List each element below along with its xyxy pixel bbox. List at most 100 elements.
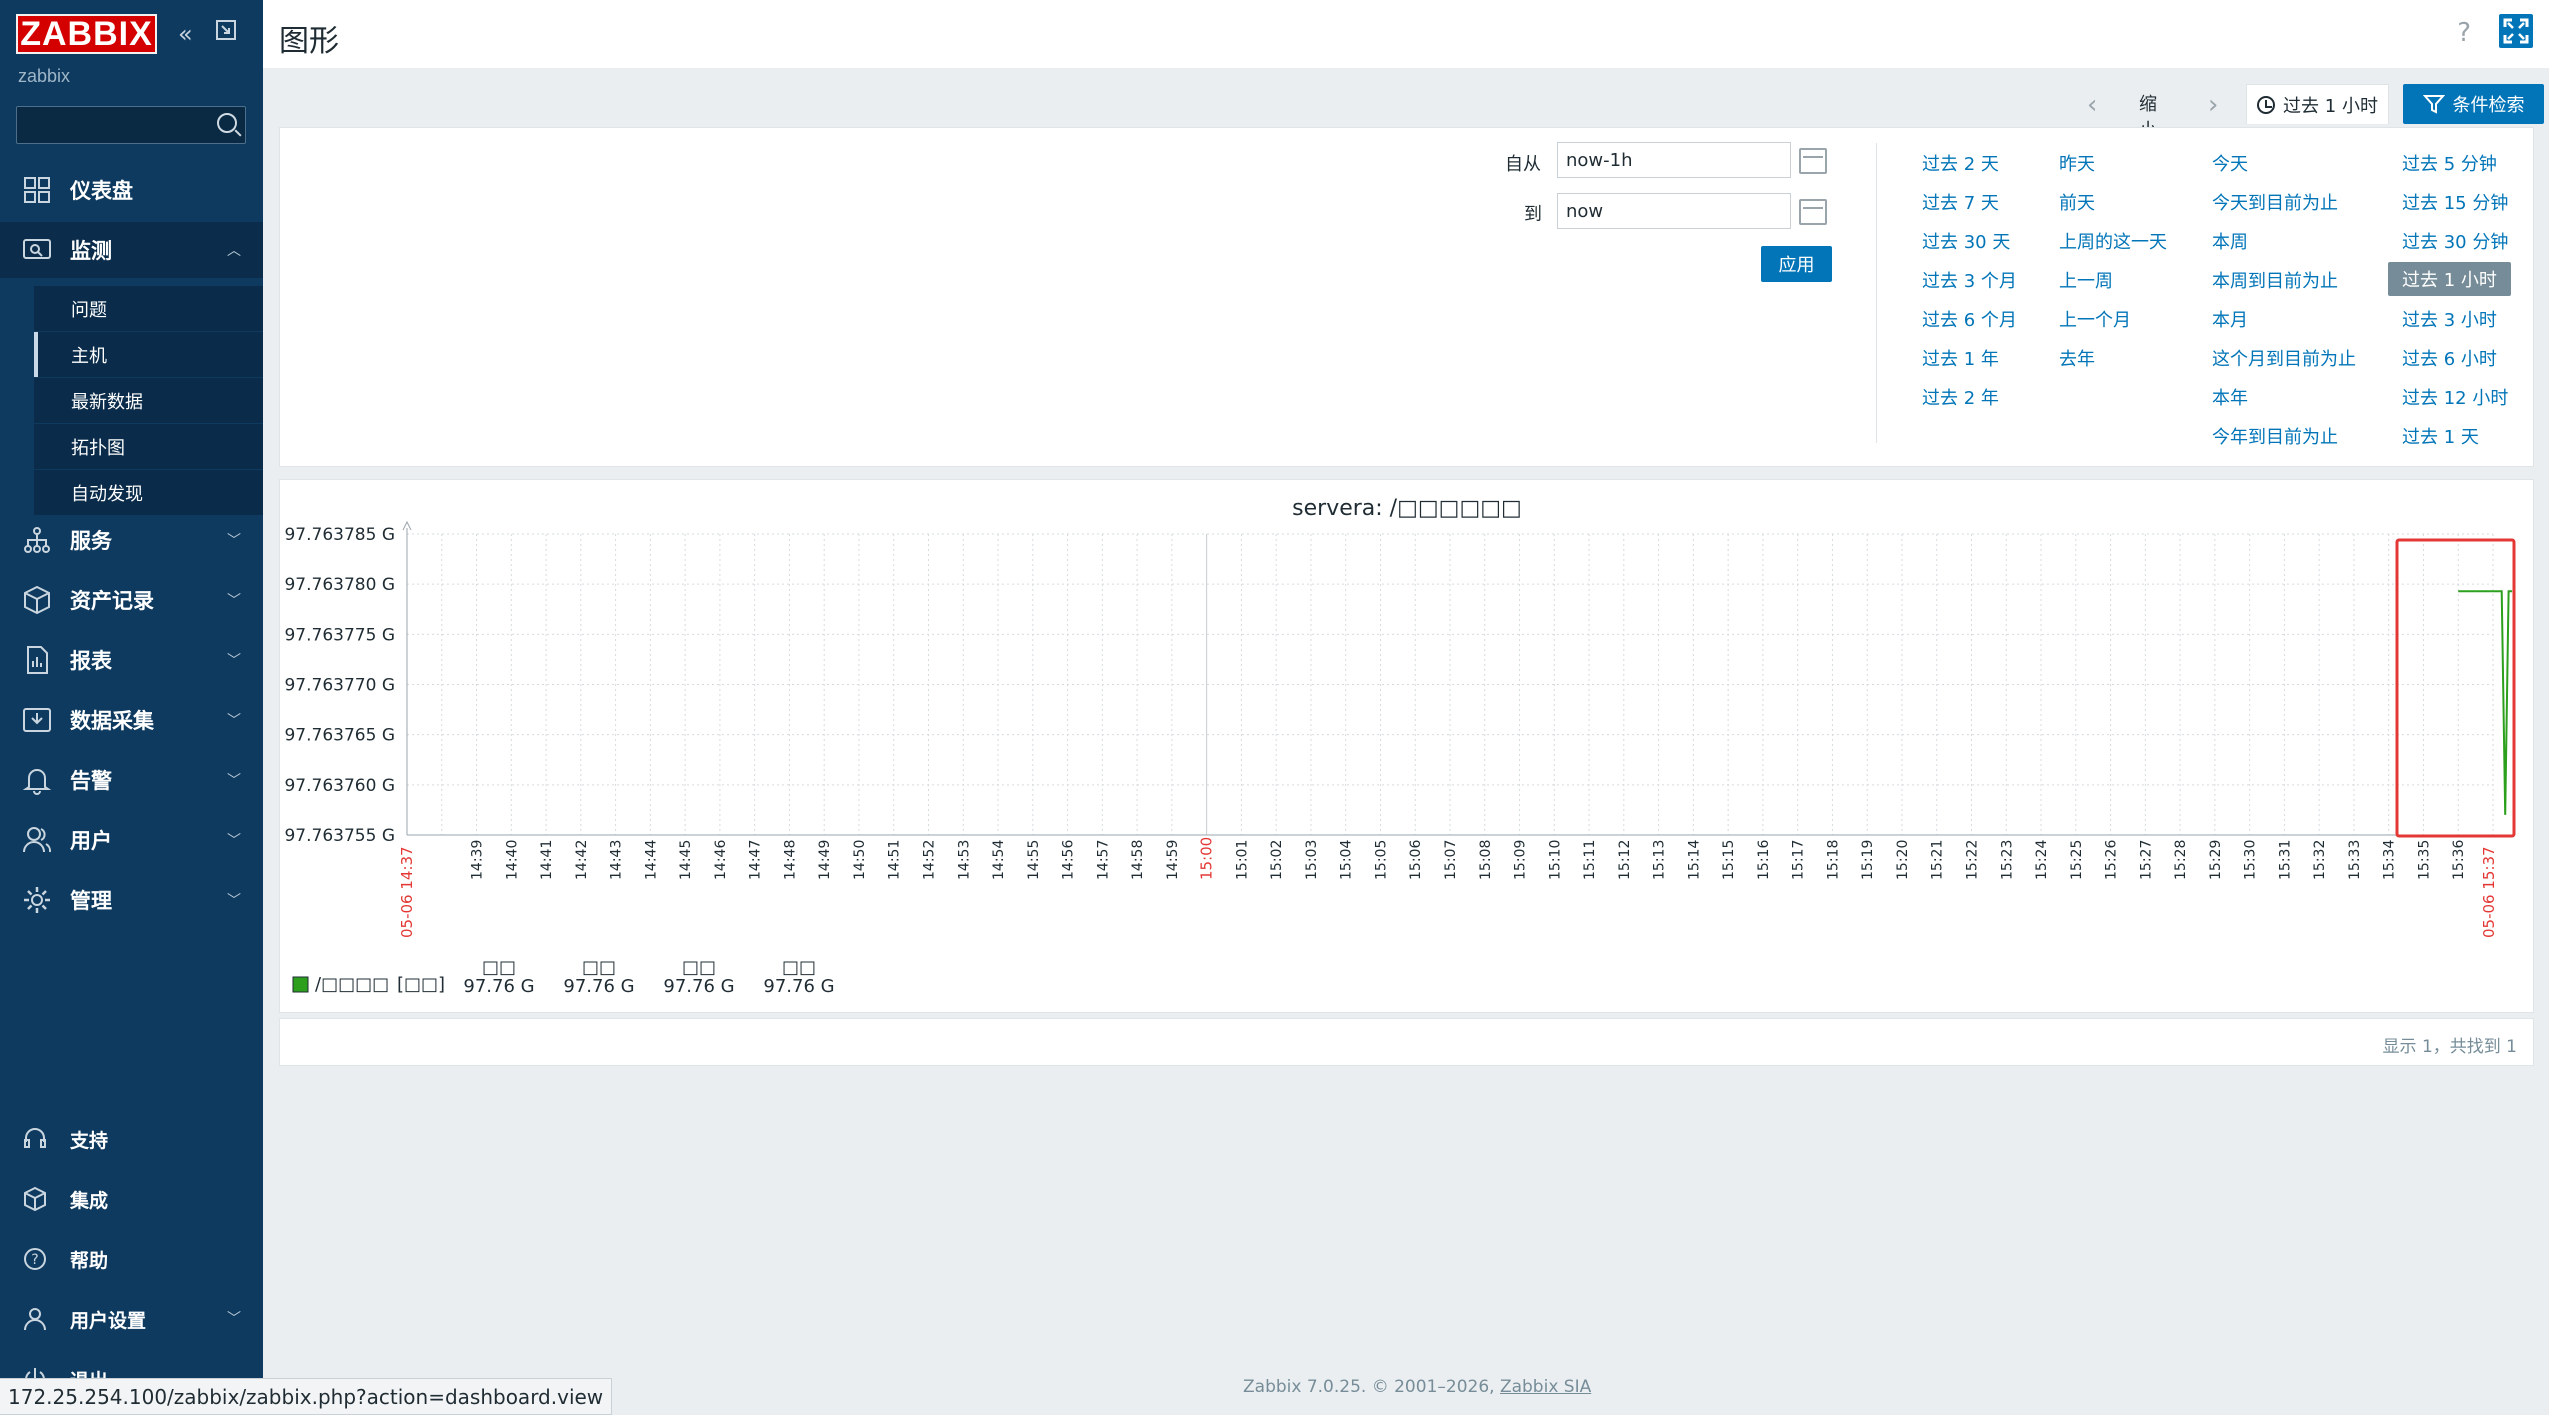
quick-range-column: 过去 5 分钟 过去 15 分钟 过去 30 分钟 过去 1 小时 过去 3 小… bbox=[2388, 143, 2511, 455]
quick-range-link[interactable]: 过去 5 分钟 bbox=[2402, 143, 2511, 182]
x-tick-label: 14:45 bbox=[678, 840, 694, 880]
nav-label: 管理 bbox=[70, 889, 112, 913]
quick-range-link[interactable]: 本周 bbox=[2212, 221, 2356, 260]
time-forward-icon[interactable]: › bbox=[2208, 90, 2218, 120]
quick-range-link[interactable]: 本周到目前为止 bbox=[2212, 260, 2356, 299]
quick-range-column: 昨天 前天 上周的这一天 上一周 上一个月 去年 bbox=[2059, 143, 2167, 377]
svg-text:?: ? bbox=[31, 1252, 38, 1268]
nav-inventory[interactable]: 资产记录 ﹀ bbox=[0, 572, 263, 628]
quick-range-link[interactable]: 过去 30 天 bbox=[1922, 221, 2017, 260]
to-label: 到 bbox=[1524, 204, 1542, 225]
time-back-icon[interactable]: ‹ bbox=[2087, 90, 2097, 120]
help-icon[interactable]: ? bbox=[2457, 18, 2471, 48]
quick-range-column: 过去 2 天 过去 7 天 过去 30 天 过去 3 个月 过去 6 个月 过去… bbox=[1922, 143, 2017, 416]
calendar-icon[interactable] bbox=[1799, 148, 1827, 174]
quick-range-link[interactable]: 过去 7 天 bbox=[1922, 182, 2017, 221]
legend-swatch bbox=[292, 976, 309, 993]
from-input[interactable] bbox=[1557, 142, 1791, 178]
x-tick-label: 14:46 bbox=[713, 840, 729, 880]
quick-range-link[interactable]: 过去 1 年 bbox=[1922, 338, 2017, 377]
x-tick-label: 14:41 bbox=[539, 840, 555, 880]
nav-data-collection[interactable]: 数据采集 ﹀ bbox=[0, 692, 263, 748]
calendar-icon[interactable] bbox=[1799, 199, 1827, 225]
hide-sidebar-icon[interactable] bbox=[214, 18, 238, 48]
zabbix-logo[interactable]: ZABBIX bbox=[16, 14, 157, 54]
kiosk-mode-button[interactable] bbox=[2499, 14, 2533, 48]
quick-range-link[interactable]: 上周的这一天 bbox=[2059, 221, 2167, 260]
quick-range-link-selected[interactable]: 过去 1 小时 bbox=[2388, 262, 2511, 296]
x-tick-label: 15:11 bbox=[1582, 840, 1598, 880]
nav-alerts[interactable]: 告警 ﹀ bbox=[0, 752, 263, 808]
quick-range-link[interactable]: 过去 2 年 bbox=[1922, 377, 2017, 416]
quick-range-link[interactable]: 过去 3 小时 bbox=[2402, 299, 2511, 338]
data-collection-icon bbox=[23, 708, 51, 732]
nav-services[interactable]: 服务 ﹀ bbox=[0, 512, 263, 568]
quick-range-link[interactable]: 过去 2 天 bbox=[1922, 143, 2017, 182]
instance-name: zabbix bbox=[18, 66, 71, 86]
submenu-item-hosts[interactable]: 主机 bbox=[34, 332, 263, 378]
quick-range-link[interactable]: 昨天 bbox=[2059, 143, 2167, 182]
nav-help[interactable]: ? 帮助 bbox=[0, 1230, 263, 1286]
legend-col-head: □□ bbox=[682, 957, 716, 978]
x-tick-label: 15:10 bbox=[1547, 840, 1563, 880]
quick-range-link[interactable]: 过去 15 分钟 bbox=[2402, 182, 2511, 221]
apply-button[interactable]: 应用 bbox=[1761, 246, 1832, 282]
x-tick-label: 14:40 bbox=[504, 840, 520, 880]
nav-monitoring[interactable]: 监测 ︿ bbox=[0, 222, 263, 278]
sidebar: ZABBIX « zabbix 仪表盘 监测 ︿ 问题 主机 最新数据 拓扑图 … bbox=[0, 0, 263, 1415]
y-tick-label: 97.763760 G bbox=[284, 776, 395, 796]
tab-time-range[interactable]: 过去 1 小时 bbox=[2246, 84, 2389, 124]
quick-range-link[interactable]: 本年 bbox=[2212, 377, 2356, 416]
legend-col-head: □□ bbox=[582, 957, 616, 978]
tab-filter[interactable]: 条件检索 bbox=[2403, 84, 2544, 124]
quick-range-link[interactable]: 过去 3 个月 bbox=[1922, 260, 2017, 299]
chevron-up-icon: ︿ bbox=[227, 243, 241, 259]
footer-link[interactable]: Zabbix SIA bbox=[1500, 1377, 1591, 1397]
collapse-sidebar-icon[interactable]: « bbox=[178, 20, 193, 48]
submenu-item-maps[interactable]: 拓扑图 bbox=[34, 424, 263, 470]
to-input[interactable] bbox=[1557, 193, 1791, 229]
nav-support[interactable]: 支持 bbox=[0, 1110, 263, 1166]
quick-range-link[interactable]: 上一周 bbox=[2059, 260, 2167, 299]
nav-administration[interactable]: 管理 ﹀ bbox=[0, 872, 263, 928]
quick-range-link[interactable]: 过去 1 天 bbox=[2402, 416, 2511, 455]
submenu-item-latest-data[interactable]: 最新数据 bbox=[34, 378, 263, 424]
submenu-item-problems[interactable]: 问题 bbox=[34, 286, 263, 332]
quick-range-link[interactable]: 上一个月 bbox=[2059, 299, 2167, 338]
graph-chart[interactable]: servera: /□□□□□□ 97.763785 G 97.763780 G 9… bbox=[280, 480, 2535, 1014]
sidebar-search-input[interactable] bbox=[16, 106, 246, 144]
divider bbox=[1876, 143, 1877, 443]
submenu-item-discovery[interactable]: 自动发现 bbox=[34, 470, 263, 516]
quick-range-link[interactable]: 这个月到目前为止 bbox=[2212, 338, 2356, 377]
quick-range-link[interactable]: 本月 bbox=[2212, 299, 2356, 338]
quick-range-link[interactable]: 今天 bbox=[2212, 143, 2356, 182]
quick-range-link[interactable]: 过去 12 小时 bbox=[2402, 377, 2511, 416]
legend-col-value: 97.76 G bbox=[563, 976, 634, 997]
x-tick-label: 14:48 bbox=[782, 840, 798, 880]
y-tick-label: 97.763765 G bbox=[284, 726, 395, 746]
nav-dashboard[interactable]: 仪表盘 bbox=[0, 162, 263, 218]
nav-user-settings[interactable]: 用户设置 ﹀ bbox=[0, 1290, 263, 1346]
nav-integrations[interactable]: 集成 bbox=[0, 1170, 263, 1226]
x-tick-label: 15:00 bbox=[1198, 837, 1216, 880]
chevron-down-icon: ﹀ bbox=[227, 833, 241, 849]
monitoring-icon bbox=[23, 239, 51, 259]
y-tick-label: 97.763770 G bbox=[284, 676, 395, 696]
legend-col-head: □□ bbox=[782, 957, 816, 978]
status-bar-url: 172.25.254.100/zabbix/zabbix.php?action=… bbox=[0, 1378, 613, 1415]
search-icon[interactable] bbox=[217, 113, 237, 133]
nav-reports[interactable]: 报表 ﹀ bbox=[0, 632, 263, 688]
nav-users[interactable]: 用户 ﹀ bbox=[0, 812, 263, 868]
x-tick-label: 15:14 bbox=[1686, 840, 1702, 880]
quick-range-link[interactable]: 今天到目前为止 bbox=[2212, 182, 2356, 221]
x-tick-label: 15:04 bbox=[1339, 840, 1355, 880]
x-tick-label: 15:03 bbox=[1304, 840, 1320, 880]
quick-range-link[interactable]: 前天 bbox=[2059, 182, 2167, 221]
series-line bbox=[2458, 590, 2513, 815]
quick-range-link[interactable]: 过去 30 分钟 bbox=[2402, 221, 2511, 260]
nav-label: 仪表盘 bbox=[70, 179, 133, 203]
quick-range-link[interactable]: 今年到目前为止 bbox=[2212, 416, 2356, 455]
quick-range-link[interactable]: 过去 6 个月 bbox=[1922, 299, 2017, 338]
quick-range-link[interactable]: 去年 bbox=[2059, 338, 2167, 377]
quick-range-link[interactable]: 过去 6 小时 bbox=[2402, 338, 2511, 377]
